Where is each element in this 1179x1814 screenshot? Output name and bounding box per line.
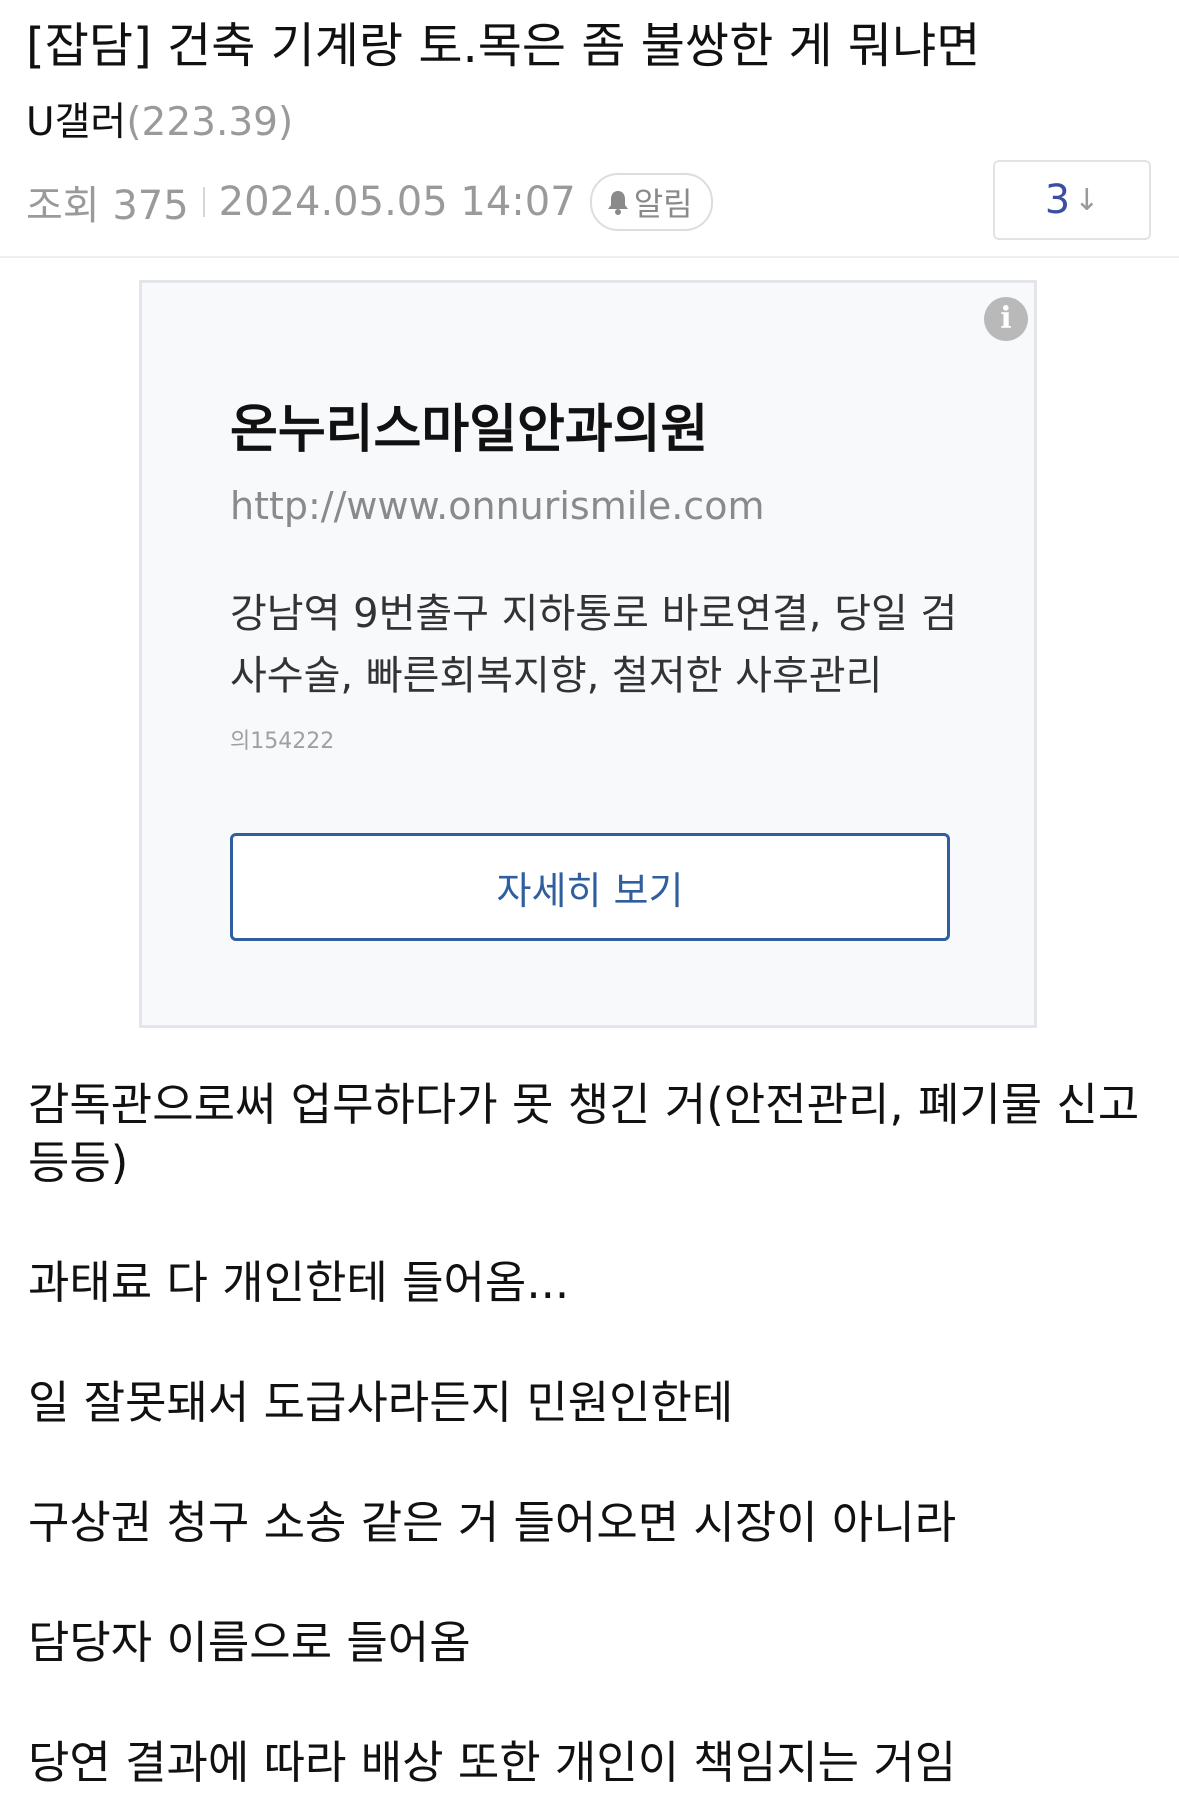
post-datetime: 2024.05.05 14:07: [218, 179, 576, 225]
info-icon[interactable]: i: [984, 297, 1028, 341]
arrow-down-icon: ↓: [1074, 182, 1100, 218]
alarm-label: 알림: [633, 185, 693, 223]
content-paragraph: 일 잘못돼서 도급사라든지 민원인한테: [28, 1376, 734, 1429]
post-header: [잡담] 건축 기계랑 토.목은 좀 불쌍한 게 뭐냐면 U갤러(223.39)…: [0, 0, 1179, 258]
content-paragraph: 구상권 청구 소송 같은 거 들어오면 시장이 아니라: [28, 1496, 957, 1549]
ad-license-code: 의154222: [230, 729, 335, 754]
recommend-count: 3: [1044, 177, 1071, 223]
ad-details-button[interactable]: 자세히 보기: [230, 833, 950, 941]
content-paragraph: 감독관으로써 업무하다가 못 챙긴 거(안전관리, 폐기물 신고 등등): [28, 1078, 1140, 1189]
author-ip: (223.39): [126, 100, 294, 145]
ad-banner[interactable]: i 온누리스마일안과의원 http://www.onnurismile.com …: [139, 280, 1037, 1028]
post-meta: 조회 375 2024.05.05 14:07 알림: [26, 172, 713, 232]
post-title: [잡담] 건축 기계랑 토.목은 좀 불쌍한 게 뭐냐면: [26, 18, 981, 74]
view-count: 조회 375: [26, 183, 189, 229]
ad-description: 강남역 9번출구 지하통로 바로연결, 당일 검사수술, 빠른회복지향, 철저한…: [230, 591, 958, 699]
content-paragraph: 담당자 이름으로 들어옴: [28, 1616, 471, 1669]
bell-icon: [607, 191, 628, 215]
recommend-button[interactable]: 3 ↓: [993, 160, 1151, 240]
meta-divider: [202, 187, 205, 217]
content-paragraph: 과태료 다 개인한테 들어옴...: [28, 1256, 570, 1309]
content-paragraph: 당연 결과에 따라 배상 또한 개인이 책임지는 거임: [28, 1736, 957, 1789]
ad-title[interactable]: 온누리스마일안과의원: [230, 395, 708, 465]
author-info: U갤러(223.39): [26, 96, 293, 150]
alarm-button[interactable]: 알림: [589, 173, 713, 231]
author-name[interactable]: U갤러: [26, 100, 126, 145]
ad-url[interactable]: http://www.onnurismile.com: [230, 481, 764, 531]
